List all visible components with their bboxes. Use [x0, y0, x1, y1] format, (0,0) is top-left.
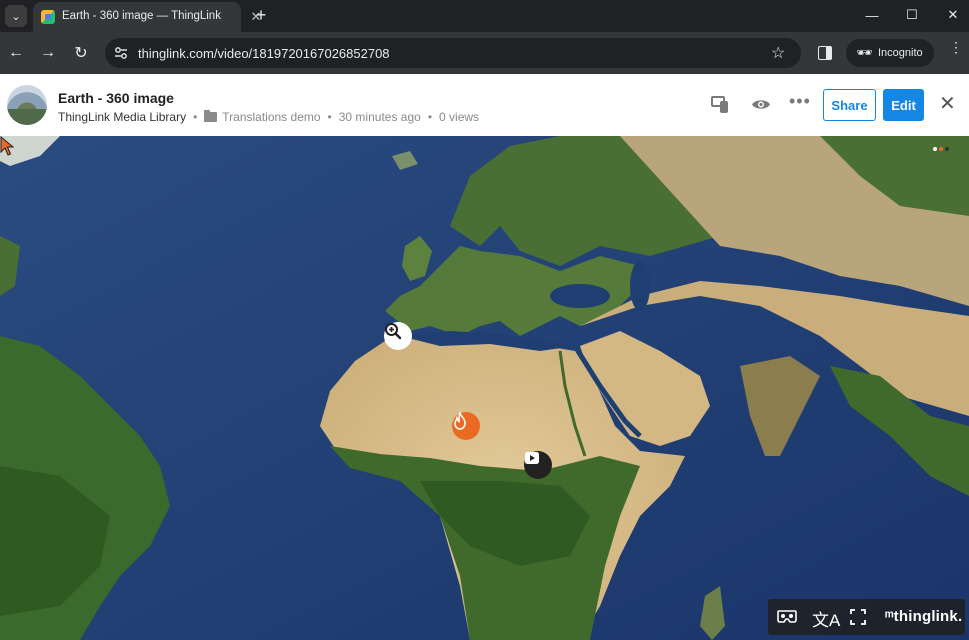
- side-panel-icon[interactable]: [818, 46, 832, 60]
- back-icon[interactable]: ←: [6, 43, 26, 63]
- browser-toolbar: ← → ↻ thinglink.com/video/18197201670268…: [0, 32, 969, 74]
- forward-icon[interactable]: →: [38, 43, 58, 63]
- vr-headset-icon[interactable]: [777, 610, 797, 623]
- minimize-icon[interactable]: —: [860, 6, 884, 24]
- scene-thumbnail: [7, 85, 47, 125]
- address-bar[interactable]: thinglink.com/video/1819720167026852708 …: [105, 38, 801, 68]
- folder-link[interactable]: Translations demo: [222, 110, 320, 124]
- earth-map-image: [0, 136, 969, 640]
- view-count: 0 views: [439, 110, 480, 124]
- thinglink-logo[interactable]: ᵐthinglink.: [885, 608, 962, 625]
- thinglink-header: Earth - 360 image ThingLink Media Librar…: [0, 74, 969, 136]
- updated-time: 30 minutes ago: [338, 110, 421, 124]
- scene-meta: ThingLink Media Library • Translations d…: [58, 110, 479, 124]
- image-viewer[interactable]: 文A ᵐthinglink.: [0, 136, 969, 640]
- fullscreen-icon[interactable]: [850, 609, 866, 625]
- incognito-icon: 🕶: [856, 45, 873, 60]
- more-options-icon[interactable]: •••: [789, 91, 811, 112]
- video-play-icon[interactable]: [524, 451, 552, 479]
- folder-icon: [204, 110, 218, 122]
- address-url: thinglink.com/video/1819720167026852708: [138, 46, 390, 61]
- incognito-badge[interactable]: 🕶 Incognito: [846, 39, 934, 67]
- meta-separator: •: [427, 110, 433, 124]
- share-button[interactable]: Share: [823, 89, 876, 121]
- reload-icon[interactable]: ↻: [71, 43, 91, 63]
- meta-separator: •: [327, 110, 332, 124]
- browser-menu-icon[interactable]: ⋮: [949, 40, 963, 54]
- maximize-icon[interactable]: ☐: [900, 6, 924, 24]
- page-title: Earth - 360 image: [58, 90, 174, 106]
- new-tab-button[interactable]: +: [251, 5, 271, 25]
- translate-icon[interactable]: 文A: [812, 606, 840, 631]
- window-close-icon[interactable]: ✕: [941, 6, 965, 24]
- device-preview-icon[interactable]: [711, 96, 730, 114]
- tab-search-button[interactable]: ⌄: [5, 5, 27, 27]
- meta-separator: •: [193, 110, 198, 124]
- zoom-in-icon[interactable]: [384, 322, 412, 350]
- thinglink-favicon-icon: [41, 10, 55, 24]
- mouse-cursor-icon: [0, 136, 14, 156]
- close-icon[interactable]: ✕: [939, 94, 956, 114]
- loading-dots-icon: [933, 147, 953, 153]
- library-link[interactable]: ThingLink Media Library: [58, 110, 186, 124]
- browser-tab-bar: ⌄ Earth - 360 image — ThingLink ✕ + — ☐ …: [0, 0, 969, 32]
- tab-title: Earth - 360 image — ThingLink: [62, 10, 221, 22]
- viewer-toolbar: 文A ᵐthinglink.: [768, 599, 965, 635]
- edit-button[interactable]: Edit: [883, 89, 924, 121]
- bookmark-star-icon[interactable]: ☆: [771, 43, 785, 63]
- site-settings-icon[interactable]: [114, 46, 128, 60]
- fire-icon[interactable]: [452, 412, 480, 440]
- preview-eye-icon[interactable]: [751, 98, 771, 111]
- browser-tab[interactable]: Earth - 360 image — ThingLink ✕: [33, 2, 261, 32]
- incognito-label: Incognito: [878, 47, 923, 59]
